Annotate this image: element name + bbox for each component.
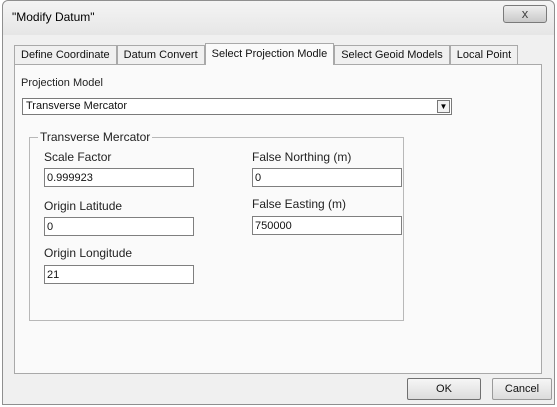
chevron-down-icon[interactable]: ▼ bbox=[437, 100, 450, 113]
tab-select-projection-modle[interactable]: Select Projection Modle bbox=[204, 43, 335, 65]
close-button[interactable]: x bbox=[503, 5, 547, 23]
projection-tab-panel: Projection Model Transverse Mercator ▼ T… bbox=[14, 64, 542, 374]
false-northing-input[interactable] bbox=[252, 168, 402, 187]
cancel-button[interactable]: Cancel bbox=[492, 378, 552, 400]
false-easting-label: False Easting (m) bbox=[252, 197, 347, 211]
projection-model-label: Projection Model bbox=[21, 77, 103, 89]
transverse-mercator-group: Transverse Mercator Scale Factor Origin … bbox=[29, 130, 404, 321]
false-easting-input[interactable] bbox=[252, 216, 402, 235]
modify-datum-dialog: "Modify Datum" x Define Coordinate Datum… bbox=[2, 0, 555, 405]
projection-model-select[interactable]: Transverse Mercator ▼ bbox=[22, 98, 452, 115]
false-northing-label: False Northing (m) bbox=[252, 150, 352, 164]
tab-local-point[interactable]: Local Point bbox=[449, 45, 519, 65]
close-icon: x bbox=[521, 6, 529, 21]
tab-strip: Define Coordinate Datum Convert Select P… bbox=[14, 43, 519, 65]
tab-define-coordinate[interactable]: Define Coordinate bbox=[14, 45, 117, 65]
ok-button[interactable]: OK bbox=[407, 378, 481, 400]
projection-model-value: Transverse Mercator bbox=[26, 100, 128, 112]
title-bar[interactable]: "Modify Datum" x bbox=[3, 1, 554, 35]
origin-latitude-input[interactable] bbox=[44, 217, 194, 236]
scale-factor-input[interactable] bbox=[44, 168, 194, 187]
group-title: Transverse Mercator bbox=[38, 130, 153, 144]
scale-factor-label: Scale Factor bbox=[44, 150, 112, 164]
dialog-content: Define Coordinate Datum Convert Select P… bbox=[10, 35, 552, 400]
origin-longitude-input[interactable] bbox=[44, 265, 194, 284]
tab-select-geoid-models[interactable]: Select Geoid Models bbox=[334, 45, 450, 65]
origin-latitude-label: Origin Latitude bbox=[44, 199, 123, 213]
tab-datum-convert[interactable]: Datum Convert bbox=[116, 45, 205, 65]
window-title: "Modify Datum" bbox=[12, 10, 95, 24]
origin-longitude-label: Origin Longitude bbox=[44, 246, 133, 260]
